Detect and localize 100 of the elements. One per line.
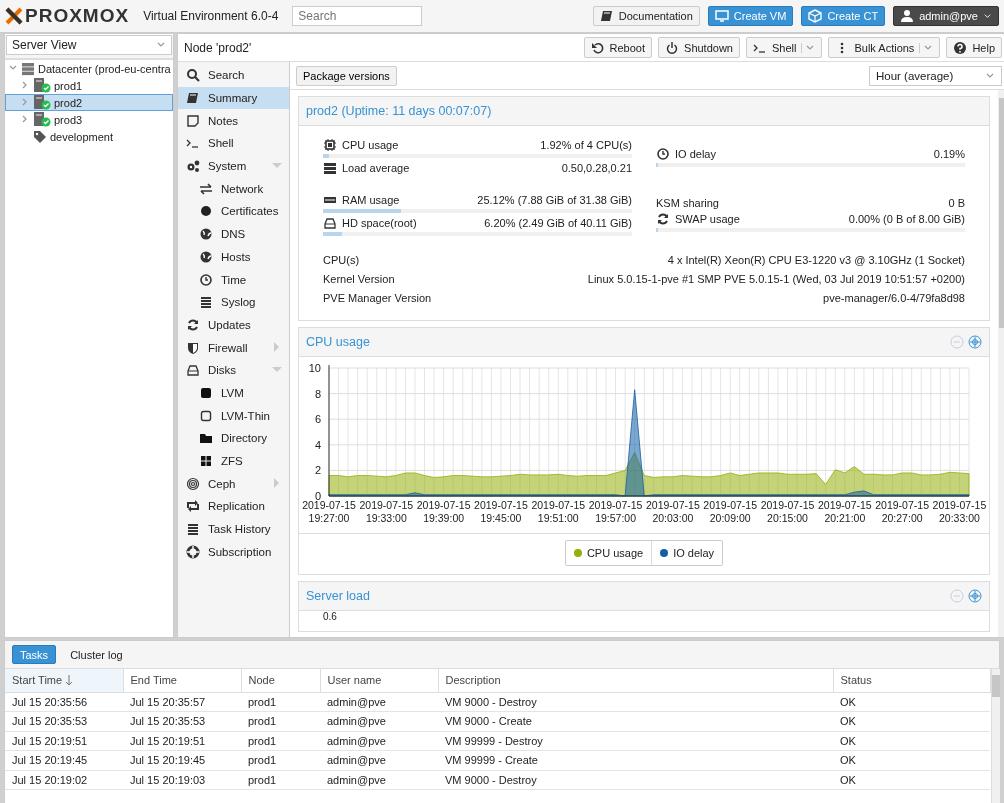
column-header[interactable]: Description [438, 669, 833, 692]
metric-label: CPU usage [342, 139, 399, 151]
table-cell: Jul 15 20:19:51 [5, 731, 123, 751]
toolbar-button[interactable]: Help [946, 37, 1002, 58]
view-dropdown[interactable]: Server View [6, 35, 172, 55]
collapse-icon[interactable] [271, 160, 283, 171]
nav-item[interactable]: LVM-Thin [178, 404, 289, 427]
nav-item[interactable]: Shell [178, 132, 289, 155]
nav-item[interactable]: Directory [178, 427, 289, 450]
nav-item[interactable]: Task History [178, 517, 289, 541]
table-cell: OK [833, 770, 990, 790]
search-field[interactable]: Search [292, 6, 423, 26]
tab[interactable]: Cluster log [62, 645, 131, 664]
hdd-icon [186, 363, 200, 378]
user-icon [900, 9, 915, 23]
table-cell: prod1 [241, 731, 320, 751]
tree-item[interactable]: prod1 [5, 77, 173, 94]
toolbar-button[interactable]: Reboot [583, 37, 653, 58]
tree-item[interactable]: Datacenter (prod-eu-centra [5, 60, 173, 77]
package-versions-button[interactable]: Package versions [296, 65, 397, 86]
list-icon [186, 522, 200, 537]
globe-icon [199, 227, 213, 242]
nav-item[interactable]: Syslog [178, 290, 289, 314]
table-cell: Jul 15 20:35:53 [123, 711, 241, 731]
axis-tick-label: 2019-07-15 20:15:00 [760, 499, 815, 524]
metric-label: HD space(root) [342, 217, 417, 229]
table-cell: Jul 15 20:35:53 [5, 711, 123, 731]
legend-label[interactable]: IO delay [673, 547, 715, 559]
nav-item[interactable]: System [178, 154, 289, 178]
table-cell: VM 9000 - Destroy [438, 692, 833, 712]
axis-tick-label: 2019-07-15 19:45:00 [474, 499, 528, 524]
minimize-icon[interactable] [950, 589, 964, 603]
shield-icon [186, 340, 200, 355]
nav-item[interactable]: Certificates [178, 200, 289, 223]
axis-tick-label: 2019-07-15 19:27:00 [302, 499, 356, 524]
toolbar-button[interactable]: Bulk Actions [828, 37, 941, 58]
nav-item[interactable]: ZFS [178, 449, 289, 473]
column-header[interactable]: Start Time [5, 669, 123, 692]
logo: PROXMOX [5, 5, 130, 27]
header-button[interactable]: admin@pve [893, 6, 999, 26]
server-online-icon [33, 78, 51, 93]
nav-item[interactable]: DNS [178, 222, 289, 246]
nav-item[interactable]: Notes [178, 109, 289, 133]
table-cell: Jul 15 20:19:45 [123, 750, 241, 770]
nav-item[interactable]: Network [178, 177, 289, 201]
column-header[interactable]: User name [320, 669, 438, 692]
minimize-icon[interactable] [950, 335, 964, 349]
axis-tick-label: 2019-07-15 20:03:00 [646, 499, 700, 524]
nav-item[interactable]: Replication [178, 495, 289, 518]
undo-icon [590, 40, 605, 55]
metric-value: 0 B [948, 197, 965, 209]
metric-value: 0.00% (0 B of 8.00 GiB) [848, 213, 965, 225]
gear-icon[interactable] [968, 589, 982, 603]
clock-icon [656, 146, 670, 161]
scrollbar[interactable] [990, 669, 1000, 803]
rings-icon [186, 476, 200, 491]
help-icon [953, 40, 968, 55]
sort-icon [65, 674, 74, 687]
axis-tick-label: 2019-07-15 20:27:00 [875, 499, 929, 524]
caret-icon [983, 11, 992, 21]
info-value: pve-manager/6.0-4/79fa8d98 [822, 292, 965, 304]
collapse-icon[interactable] [271, 364, 283, 375]
header-button[interactable]: Documentation [592, 6, 700, 26]
server-rack-icon [21, 61, 35, 76]
axis-tick-label: 2019-07-15 20:33:00 [932, 499, 987, 524]
nav-item[interactable]: LVM [178, 381, 289, 405]
tree-item[interactable]: development [5, 128, 173, 145]
nav-item[interactable]: Time [178, 268, 289, 291]
toolbar-button[interactable]: Shutdown [658, 37, 740, 58]
nav-item[interactable]: Firewall [178, 336, 289, 359]
table-cell: VM 99999 - Destroy [438, 731, 833, 751]
toolbar-button[interactable]: Shell [746, 37, 823, 58]
nav-item[interactable]: Summary [178, 86, 289, 110]
table-cell: Jul 15 20:19:02 [5, 770, 123, 790]
nav-item[interactable]: Hosts [178, 245, 289, 269]
column-header[interactable]: Status [833, 669, 990, 692]
nav-item[interactable]: Subscription [178, 540, 289, 564]
nav-item[interactable]: Search [178, 64, 289, 87]
arrows-icon [199, 181, 213, 196]
legend-label[interactable]: CPU usage [586, 547, 644, 559]
table-cell: prod1 [241, 711, 320, 731]
nav-item[interactable]: Ceph [178, 472, 289, 496]
axis-tick-label: 2019-07-15 20:09:00 [703, 499, 758, 524]
column-header[interactable]: End Time [123, 669, 241, 692]
nav-item[interactable]: Disks [178, 358, 289, 382]
table-cell: VM 99999 - Create [438, 750, 833, 770]
timeframe-dropdown[interactable]: Hour (average) [869, 65, 1002, 86]
column-header[interactable]: Node [241, 669, 320, 692]
table-cell: admin@pve [320, 731, 438, 751]
table-cell: Jul 15 20:19:51 [123, 731, 241, 751]
nav-item[interactable]: Updates [178, 313, 289, 337]
metric-label: SWAP usage [675, 213, 740, 225]
info-value: Linux 5.0.15-1-pve #1 SMP PVE 5.0.15-1 (Wed, 03 Jul 2019 10:51:57 +0200) [586, 273, 965, 285]
tree-item[interactable]: prod3 [5, 111, 173, 128]
gear-icon[interactable] [968, 335, 982, 349]
tree-item[interactable]: prod2 [5, 94, 173, 111]
table-cell: Jul 15 20:19:45 [5, 750, 123, 770]
info-label: PVE Manager Version [323, 292, 432, 304]
chip-icon [323, 138, 337, 152]
product-version: Virtual Environment 6.0-4 [143, 9, 279, 23]
